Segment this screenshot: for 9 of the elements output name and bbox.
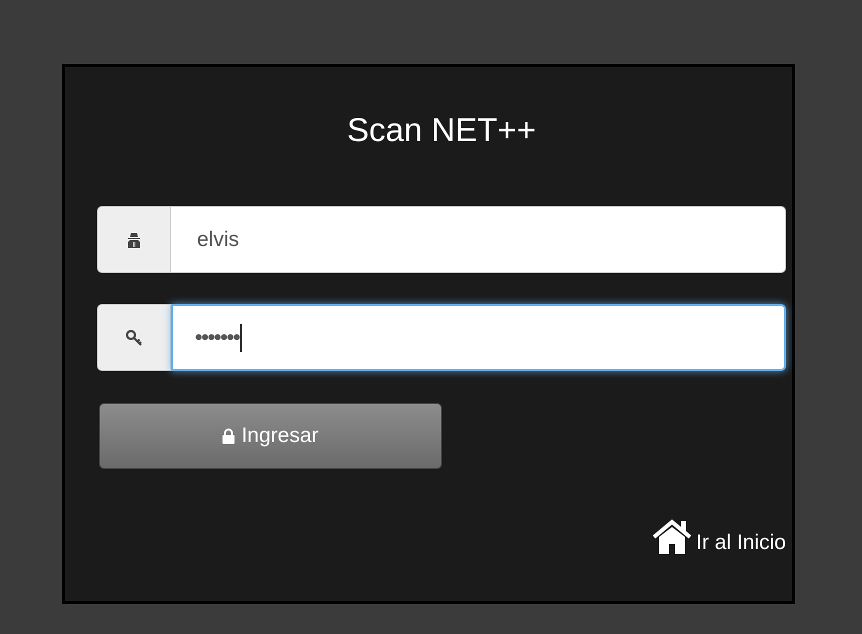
input-field[interactable]: elvis (171, 206, 786, 273)
login-button[interactable]: Ingresar (99, 403, 442, 469)
lock-icon (222, 428, 236, 444)
user-icon (128, 232, 140, 248)
home-link[interactable]: Ir al Inicio (652, 519, 786, 555)
home-icon (652, 519, 692, 555)
input-field[interactable]: ••••••• (171, 304, 786, 371)
app-title: Scan NET++ (347, 111, 536, 149)
key-icon (125, 328, 143, 346)
